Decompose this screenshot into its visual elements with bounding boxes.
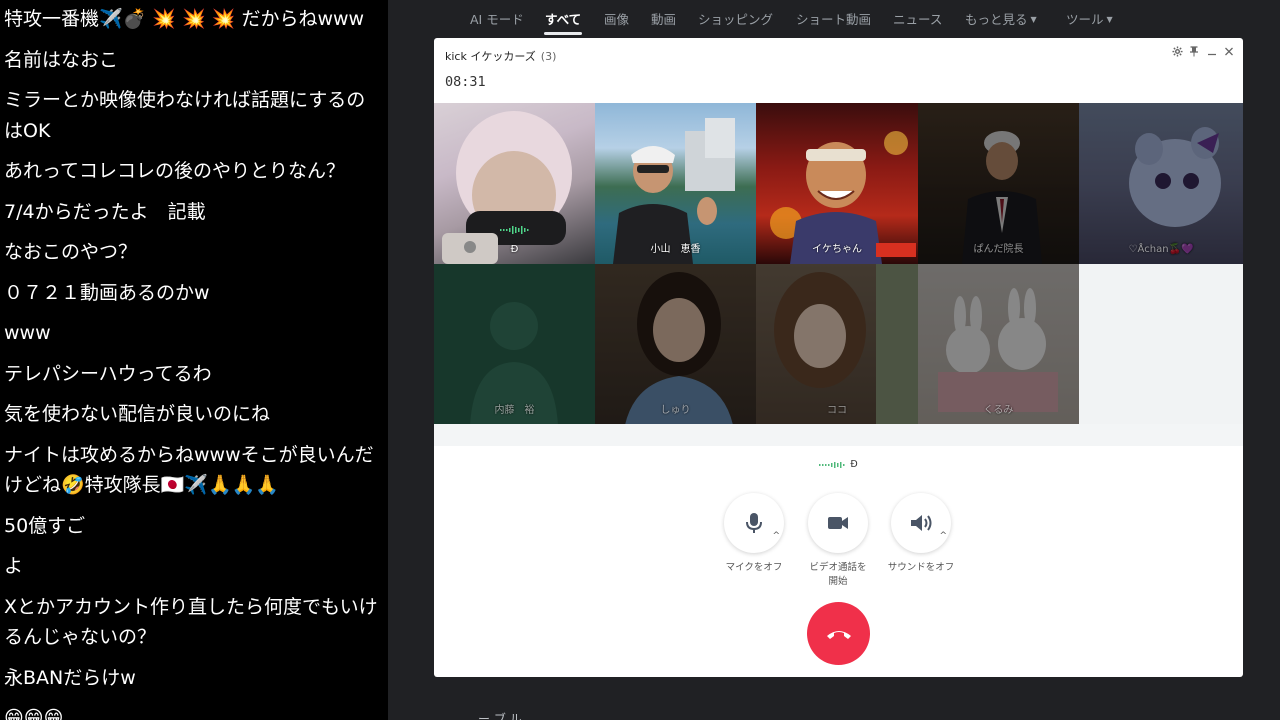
chevron-down-icon: ▼ bbox=[1106, 15, 1113, 24]
tab-short-videos[interactable]: ショート動画 bbox=[796, 9, 871, 28]
tab-ai-mode[interactable]: AI モード bbox=[470, 9, 524, 28]
minimize-icon[interactable] bbox=[1205, 46, 1219, 60]
call-title: kick イケッカーズ (3) bbox=[445, 48, 556, 64]
chat-message: www bbox=[4, 322, 51, 344]
chevron-up-icon[interactable]: ^ bbox=[772, 531, 780, 541]
active-tab-indicator bbox=[544, 32, 582, 35]
participant-name: ぱんだ院長 bbox=[973, 244, 1024, 255]
grid-footer-strip bbox=[434, 424, 1243, 446]
tab-tools[interactable]: ツール ▼ bbox=[1066, 9, 1113, 28]
participant-name: 小山 恵香 bbox=[650, 244, 701, 255]
mic-label: マイクをオフ bbox=[725, 562, 783, 573]
video-toggle-button[interactable] bbox=[808, 493, 868, 553]
mic-toggle-button[interactable]: ^ bbox=[724, 493, 784, 553]
participant-name: Ð bbox=[510, 244, 519, 255]
tab-tools-label: ツール bbox=[1066, 12, 1104, 27]
active-speaker-indicator: Ð bbox=[434, 459, 1243, 470]
chat-message: ミラーとか映像使わなければ話題にするのはOK bbox=[4, 89, 366, 142]
chat-panel: 特攻一番機✈️💣 💥 💥 💥 だからねwww 名前はなおこ ミラーとか映像使わな… bbox=[0, 0, 388, 720]
participant-name: イケちゃん bbox=[812, 244, 862, 255]
chat-message: Xとかアカウント作り直したら何度でもいけるんじゃないの？ bbox=[4, 595, 378, 649]
chevron-down-icon: ▼ bbox=[1030, 15, 1037, 24]
video-tile[interactable]: Ð bbox=[434, 103, 595, 264]
close-icon[interactable] bbox=[1222, 46, 1236, 60]
chat-message: なおこのやつ？ bbox=[4, 241, 138, 263]
tab-images[interactable]: 画像 bbox=[604, 9, 629, 28]
group-name: kick イケッカーズ bbox=[445, 50, 536, 63]
video-tile[interactable]: ♡Åchan🍒💜 bbox=[1079, 103, 1243, 264]
end-call-button[interactable] bbox=[807, 602, 870, 665]
video-tile[interactable]: しゅり bbox=[595, 264, 756, 425]
sound-control: ^ サウンドをオフ bbox=[888, 493, 954, 575]
group-call-window: kick イケッカーズ (3) 08:31 Ð 小山 恵香 イケちゃん ぱんだ院… bbox=[434, 38, 1243, 677]
call-timer: 08:31 bbox=[445, 74, 486, 90]
participant-name: くるみ bbox=[983, 405, 1014, 416]
chat-message: よ bbox=[4, 555, 24, 577]
video-tile[interactable]: 内藤 裕 bbox=[434, 264, 595, 425]
chat-message: 7/4からだったよ 記載 bbox=[4, 200, 206, 223]
video-control: ビデオ通話を開始 bbox=[807, 493, 869, 589]
audio-level-icon bbox=[819, 461, 845, 468]
search-tabs: AI モード すべて 画像 動画 ショッピング ショート動画 ニュース もっと見… bbox=[388, 0, 1280, 36]
mic-control: ^ マイクをオフ bbox=[723, 493, 785, 575]
microphone-icon bbox=[746, 513, 762, 533]
chat-message: 気を使わない配信が良いのにね bbox=[4, 403, 271, 425]
speaker-icon bbox=[911, 515, 932, 531]
tab-all[interactable]: すべて bbox=[545, 9, 581, 28]
video-tile[interactable]: ココ bbox=[756, 264, 918, 425]
chat-message: 名前はなおこ bbox=[4, 48, 119, 71]
sound-label: サウンドをオフ bbox=[887, 562, 955, 573]
chat-message: テレパシーハウってるわ bbox=[4, 362, 212, 385]
tab-more[interactable]: もっと見る ▼ bbox=[965, 9, 1037, 28]
chat-message: 特攻一番機✈️💣 💥 💥 💥 だからねwww bbox=[4, 8, 365, 30]
browser-viewport: AI モード すべて 画像 動画 ショッピング ショート動画 ニュース もっと見… bbox=[388, 0, 1280, 720]
participant-name: ココ bbox=[827, 405, 847, 416]
video-tile[interactable]: イケちゃん bbox=[756, 103, 918, 264]
speaker-name: Ð bbox=[850, 459, 858, 470]
chat-message: 永BANだらけw bbox=[4, 666, 136, 689]
video-tile[interactable]: ぱんだ院長 bbox=[918, 103, 1079, 264]
settings-icon[interactable] bbox=[1170, 46, 1184, 60]
tab-shopping[interactable]: ショッピング bbox=[698, 9, 773, 28]
chat-message: ナイトは攻めるからねwwwそこが良いんだけどね🤣特攻隊長🇯🇵✈️🙏🙏🙏 bbox=[4, 443, 374, 497]
participant-name: ♡Åchan🍒💜 bbox=[1128, 244, 1194, 255]
chevron-up-icon[interactable]: ^ bbox=[939, 531, 947, 541]
video-tile[interactable]: 小山 恵香 bbox=[595, 103, 756, 264]
participant-name: しゅり bbox=[660, 405, 691, 416]
tab-news-label: ニュース bbox=[893, 12, 943, 27]
chat-message: あれってコレコレの後のやりとりなん？ bbox=[4, 160, 346, 182]
tab-more-label: もっと見る bbox=[965, 12, 1028, 27]
pin-icon[interactable] bbox=[1187, 46, 1201, 60]
video-tile[interactable]: くるみ bbox=[918, 264, 1079, 425]
inactive-overlay bbox=[1079, 103, 1243, 264]
chat-message: 50億すご bbox=[4, 514, 86, 537]
hang-up-icon bbox=[826, 630, 851, 639]
chat-message: 😁😁😁 bbox=[4, 707, 64, 720]
participant-name: 内藤 裕 bbox=[494, 405, 535, 416]
sound-toggle-button[interactable]: ^ bbox=[891, 493, 951, 553]
audio-level-icon bbox=[500, 226, 529, 234]
partial-result-text: ー ブ ル bbox=[478, 712, 522, 720]
video-camera-icon bbox=[828, 517, 848, 529]
chat-message: ０７２１動画あるのかw bbox=[4, 281, 210, 304]
tab-news[interactable]: ニュース bbox=[893, 9, 942, 28]
tab-videos[interactable]: 動画 bbox=[651, 9, 676, 28]
participant-count: (3) bbox=[540, 50, 557, 63]
video-label: ビデオ通話を開始 bbox=[809, 562, 867, 587]
empty-slot bbox=[1079, 264, 1243, 424]
